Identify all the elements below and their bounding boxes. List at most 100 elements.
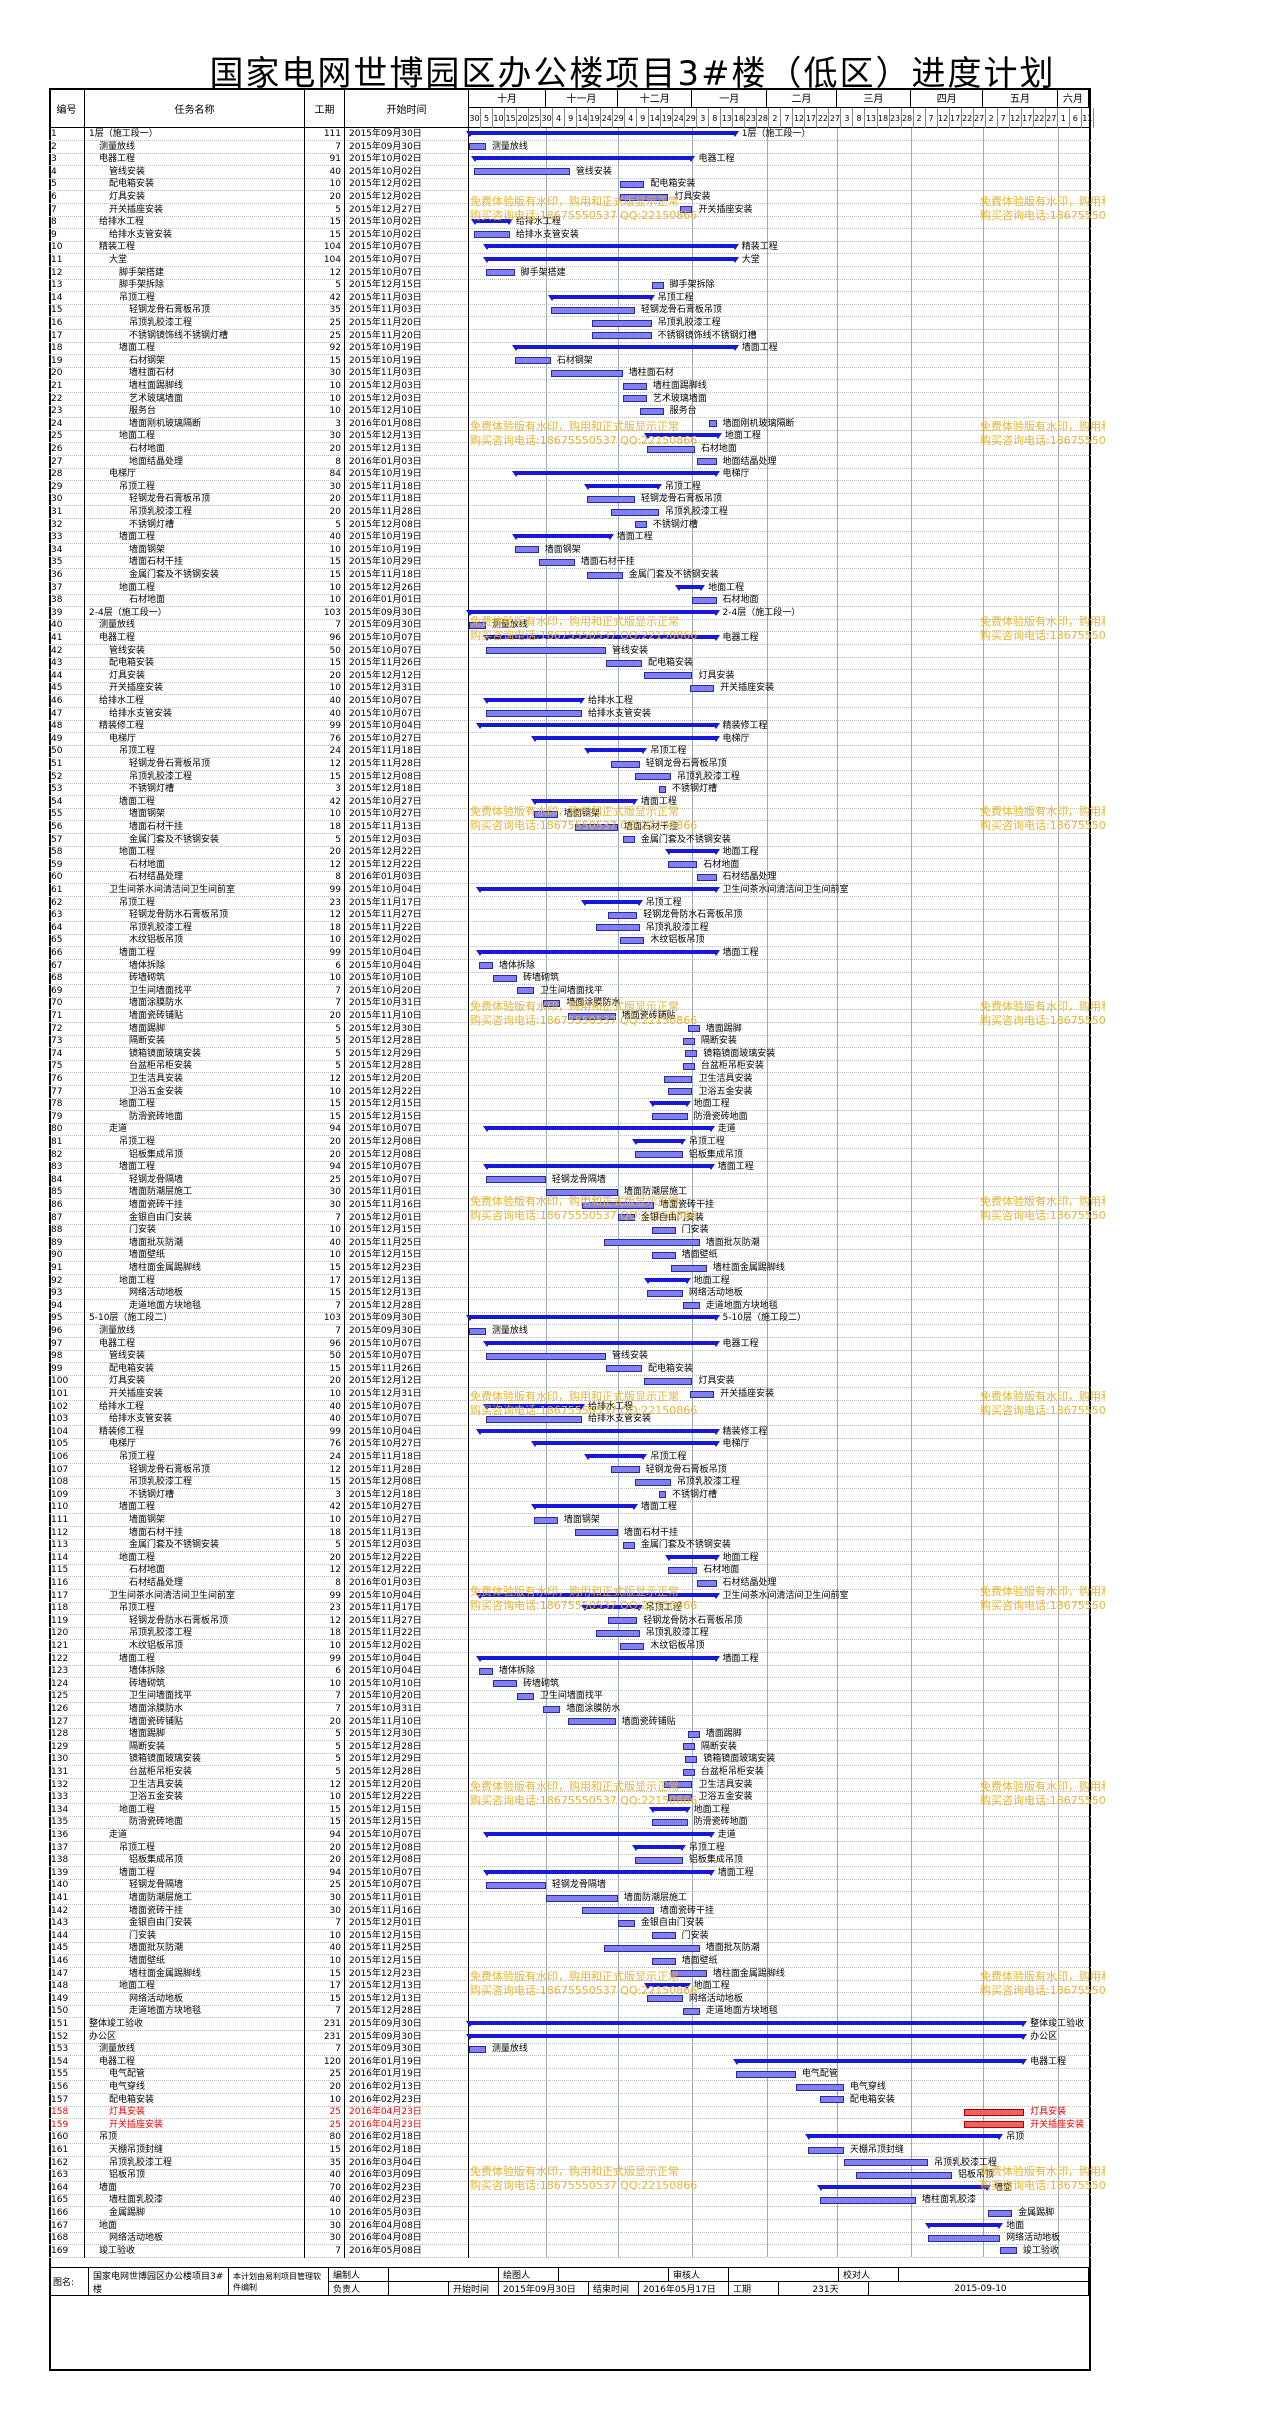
task-bar[interactable] (819, 2196, 916, 2204)
summary-bar[interactable] (530, 1441, 720, 1448)
task-bar[interactable] (545, 1894, 618, 1902)
summary-bar[interactable] (475, 1428, 720, 1435)
task-bar[interactable] (668, 861, 698, 869)
task-bar[interactable] (622, 395, 647, 403)
task-bar[interactable] (543, 1705, 561, 1713)
task-bar[interactable] (617, 1919, 635, 1927)
summary-bar[interactable] (631, 1844, 686, 1851)
task-bar[interactable] (682, 2007, 700, 2015)
task-bar[interactable] (574, 1529, 618, 1537)
task-bar[interactable] (668, 1566, 698, 1574)
summary-bar[interactable] (511, 471, 720, 478)
task-bar[interactable] (586, 571, 623, 579)
summary-bar[interactable] (482, 244, 739, 251)
summary-bar[interactable] (581, 899, 643, 906)
task-bar[interactable] (591, 319, 652, 327)
task-bar[interactable] (550, 306, 635, 314)
task-bar[interactable] (658, 785, 667, 793)
summary-bar[interactable] (643, 1277, 691, 1284)
task-bar[interactable] (610, 508, 659, 516)
summary-bar[interactable] (465, 2033, 1028, 2040)
task-bar[interactable] (610, 760, 640, 768)
task-bar[interactable] (485, 269, 515, 277)
summary-bar[interactable] (482, 1340, 720, 1347)
task-bar[interactable] (469, 1327, 486, 1335)
summary-bar[interactable] (511, 534, 614, 541)
task-bar[interactable] (639, 407, 664, 415)
task-bar[interactable] (1000, 2247, 1017, 2255)
task-bar[interactable] (538, 558, 575, 566)
task-bar[interactable] (550, 369, 623, 377)
summary-bar[interactable] (583, 748, 648, 755)
task-bar[interactable] (651, 1932, 676, 1940)
task-bar[interactable] (651, 1957, 676, 1965)
task-bar[interactable] (988, 2209, 1013, 2217)
task-bar[interactable] (670, 1264, 707, 1272)
task-bar[interactable] (855, 2171, 952, 2179)
summary-bar[interactable] (511, 345, 739, 352)
summary-bar[interactable] (482, 1832, 715, 1838)
task-bar[interactable] (692, 596, 717, 604)
summary-bar[interactable] (648, 1101, 691, 1108)
task-bar[interactable] (690, 684, 715, 692)
task-bar[interactable] (622, 1541, 635, 1549)
summary-bar[interactable] (466, 609, 720, 616)
task-bar[interactable] (682, 1302, 700, 1310)
summary-bar[interactable] (530, 798, 638, 805)
summary-bar[interactable] (475, 1655, 720, 1662)
summary-bar[interactable] (475, 887, 720, 893)
task-bar[interactable] (620, 936, 645, 944)
task-bar[interactable] (493, 974, 518, 982)
summary-bar[interactable] (530, 735, 720, 742)
task-bar[interactable] (964, 2121, 1025, 2129)
task-bar[interactable] (596, 1629, 640, 1637)
summary-bar[interactable] (482, 698, 586, 704)
task-bar[interactable] (651, 1818, 688, 1826)
summary-bar[interactable] (482, 257, 739, 263)
task-bar[interactable] (485, 647, 606, 655)
summary-bar[interactable] (816, 2184, 992, 2191)
task-bar[interactable] (473, 231, 510, 239)
task-bar[interactable] (478, 1667, 494, 1675)
task-bar[interactable] (608, 911, 638, 919)
task-bar[interactable] (485, 1881, 546, 1889)
task-bar[interactable] (517, 1692, 534, 1700)
task-bar[interactable] (591, 332, 652, 340)
task-bar[interactable] (634, 521, 647, 529)
task-bar[interactable] (658, 1491, 667, 1499)
summary-bar[interactable] (465, 2021, 1028, 2027)
task-bar[interactable] (644, 1377, 693, 1385)
summary-bar[interactable] (665, 849, 720, 856)
task-bar[interactable] (620, 180, 645, 188)
summary-bar[interactable] (631, 1139, 686, 1145)
task-bar[interactable] (964, 2108, 1025, 2116)
summary-bar[interactable] (732, 2058, 1028, 2065)
summary-bar[interactable] (804, 2134, 1004, 2141)
task-bar[interactable] (634, 773, 671, 781)
task-bar[interactable] (687, 1730, 700, 1738)
task-bar[interactable] (682, 1768, 695, 1776)
task-bar[interactable] (843, 2159, 928, 2167)
summary-bar[interactable] (530, 1504, 638, 1511)
task-bar[interactable] (795, 2083, 844, 2091)
task-bar[interactable] (517, 987, 534, 995)
task-bar[interactable] (646, 1289, 683, 1297)
task-bar[interactable] (663, 1075, 693, 1083)
task-bar[interactable] (603, 1944, 700, 1952)
task-bar[interactable] (514, 357, 551, 365)
task-bar[interactable] (697, 873, 717, 881)
summary-bar[interactable] (583, 1454, 648, 1460)
task-bar[interactable] (581, 1907, 655, 1915)
task-bar[interactable] (485, 710, 582, 718)
task-bar[interactable] (622, 382, 647, 390)
task-bar[interactable] (485, 1176, 546, 1184)
task-bar[interactable] (634, 1478, 671, 1486)
task-bar[interactable] (807, 2146, 844, 2154)
task-bar[interactable] (469, 2045, 486, 2053)
task-bar[interactable] (586, 495, 635, 503)
task-bar[interactable] (620, 1642, 645, 1650)
task-bar[interactable] (685, 1755, 698, 1763)
task-bar[interactable] (610, 1466, 640, 1474)
task-bar[interactable] (485, 1352, 606, 1360)
summary-bar[interactable] (466, 131, 739, 137)
